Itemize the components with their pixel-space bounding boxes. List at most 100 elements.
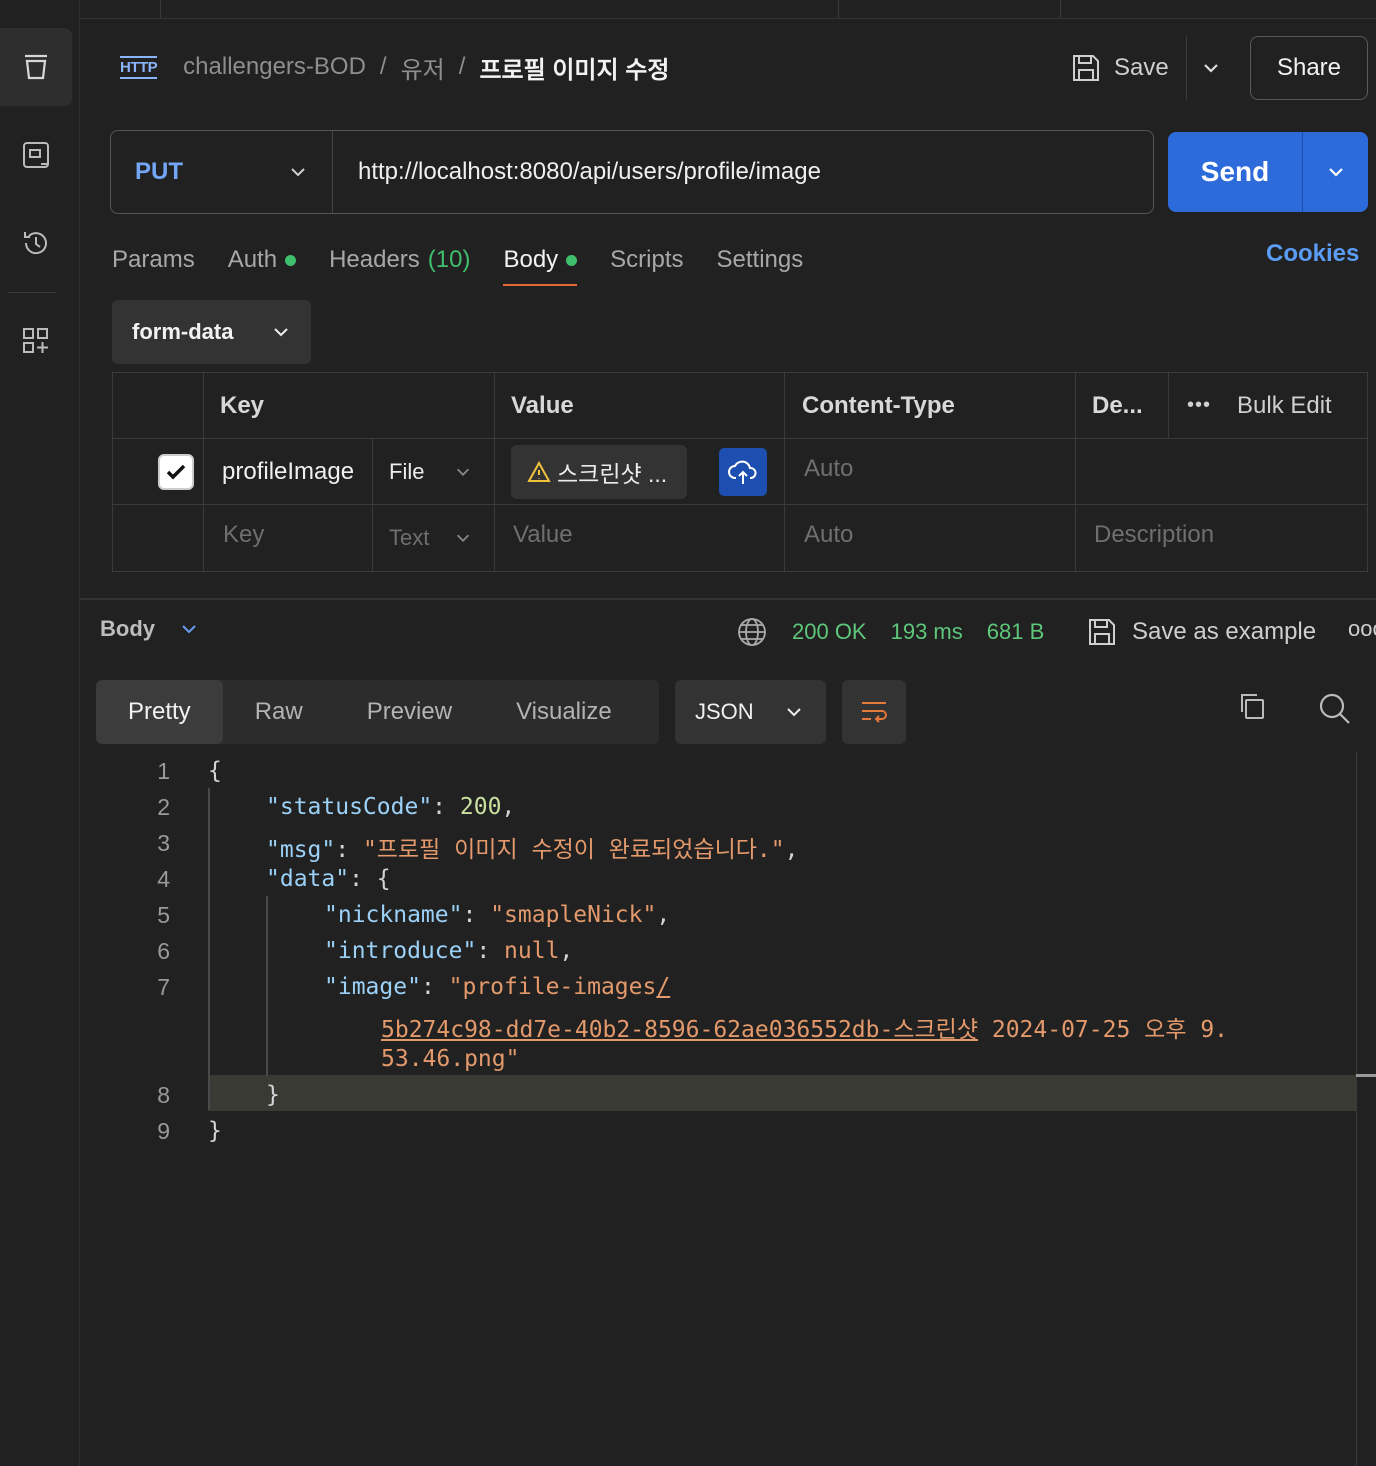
cookies-link[interactable]: Cookies [1266,240,1359,268]
type-label: File [389,458,425,484]
json-key: "data" [266,866,350,892]
tab-headers[interactable]: Headers (10) [329,246,470,274]
code-line-wrapped: 53.46.png" [381,1046,519,1072]
apps-icon[interactable] [0,302,72,380]
line-number: 6 [157,938,170,964]
url-input[interactable]: http://localhost:8080/api/users/profile/… [333,158,821,186]
json-key: "image" [324,974,421,1000]
code-line: "data": { [266,866,391,892]
tab-settings[interactable]: Settings [717,246,804,274]
copy-icon[interactable] [1236,690,1268,727]
json-link[interactable]: 5b274c98-dd7e-40b2-8596-62ae036552db-스크린… [381,1017,978,1043]
breadcrumb: HTTP challengers-BOD / 유저 / 프로필 이미지 수정 [120,44,669,90]
view-tab-raw[interactable]: Raw [223,680,335,744]
row-value-cell: 스크린샷 ... [495,439,785,504]
breadcrumb-collection[interactable]: challengers-BOD [183,53,366,81]
send-button-group: Send [1168,132,1368,212]
breadcrumb-separator: / [458,53,466,80]
response-more-options[interactable]: ooo [1348,616,1376,642]
format-select[interactable]: JSON [675,680,826,744]
json-number: 200 [459,794,502,820]
new-key-input[interactable]: Key [204,505,373,571]
save-label: Save [1114,54,1169,81]
content-type-column-header: Content-Type [785,373,1076,438]
http-icon: HTTP [120,55,158,79]
json-key: "statusCode" [266,794,433,820]
json-null: null [504,938,560,964]
table-row: profileImage File 스크린샷 ... Auto [113,439,1367,505]
table-header-row: Key Value Content-Type De... ••• Bulk Ed… [113,373,1367,439]
tab-body[interactable]: Body [503,246,578,286]
breadcrumb-folder[interactable]: 유저 [401,50,445,85]
new-content-type[interactable]: Auto [785,505,1076,571]
wrap-lines-button[interactable] [842,680,906,744]
save-options-dropdown[interactable] [1186,36,1234,100]
view-tab-preview[interactable]: Preview [335,680,484,744]
save-button[interactable]: Save [1070,44,1169,92]
line-number: 9 [157,1118,170,1144]
current-line-highlight [208,1075,1356,1111]
scrollbar-thumb[interactable] [1356,1074,1376,1077]
pane-divider[interactable] [80,598,1376,600]
history-icon[interactable] [0,204,72,282]
view-tab-visualize[interactable]: Visualize [484,680,644,744]
tab-scripts[interactable]: Scripts [610,246,683,274]
response-body-select[interactable]: Body [100,616,199,642]
upload-file-button[interactable] [719,448,767,496]
new-value-input[interactable]: Value [495,505,785,571]
new-description-input[interactable]: Description [1076,505,1369,571]
code-line: "nickname": "smapleNick", [324,902,671,928]
method-select[interactable]: PUT [111,131,333,213]
code-line: "msg": "프로필 이미지 수정이 완료되었습니다.", [266,837,799,863]
selected-file-chip[interactable]: 스크린샷 ... [511,445,687,499]
description-column-header: De... [1076,373,1169,438]
request-title[interactable]: 프로필 이미지 수정 [479,50,669,85]
file-name: 스크린샷 ... [557,461,668,487]
url-bar: PUT http://localhost:8080/api/users/prof… [110,130,1154,214]
format-label: JSON [695,699,754,724]
code-line-wrapped: 5b274c98-dd7e-40b2-8596-62ae036552db-스크린… [381,1010,1228,1044]
globe-icon[interactable] [736,616,768,648]
code-line: "introduce": null, [324,938,574,964]
send-options-dropdown[interactable] [1302,132,1368,212]
chevron-down-icon [1203,64,1218,73]
send-button[interactable]: Send [1168,156,1302,188]
json-key: "msg" [266,837,336,863]
more-options-icon[interactable]: ••• [1187,394,1211,417]
left-sidebar [0,0,80,1466]
tab-separator [1060,0,1061,19]
response-size[interactable]: 681 B [987,619,1045,645]
tab-auth[interactable]: Auth [228,246,297,274]
row-enabled-checkbox[interactable] [158,453,194,490]
chevron-down-icon [456,534,470,542]
value-column-header: Value [495,373,785,438]
row-description[interactable] [1076,439,1369,504]
environments-icon[interactable] [0,116,72,194]
collections-icon[interactable] [0,28,72,106]
view-tab-pretty[interactable]: Pretty [96,680,223,744]
row-checkbox-cell [113,505,204,571]
row-type-select[interactable]: File [373,439,495,504]
brace: { [208,758,222,784]
status-code[interactable]: 200 OK [792,619,867,645]
indent-guide [266,896,268,1076]
bulk-edit-button[interactable]: Bulk Edit [1237,392,1332,420]
json-link[interactable]: / [656,974,670,1000]
table-actions: ••• Bulk Edit [1169,373,1369,438]
row-key-input[interactable]: profileImage [204,439,373,504]
checkmark-icon [166,464,186,479]
search-icon[interactable] [1316,690,1352,731]
save-icon [1089,619,1115,645]
save-as-example-button[interactable]: Save as example [1086,614,1316,650]
share-button[interactable]: Share [1250,36,1368,100]
row-content-type[interactable]: Auto [785,439,1076,504]
response-code-view[interactable]: 1 2 3 4 5 6 7 8 9 { "statusCode": 200, "… [80,752,1356,1466]
body-type-select[interactable]: form-data [112,300,311,364]
scrollbar-track[interactable] [1356,752,1357,1466]
tab-params[interactable]: Params [112,246,195,274]
tab-label: Params [112,246,195,273]
body-type-label: form-data [132,319,234,344]
new-type-select[interactable]: Text [373,505,495,571]
response-time[interactable]: 193 ms [891,619,963,645]
tab-label: Headers [329,246,420,273]
